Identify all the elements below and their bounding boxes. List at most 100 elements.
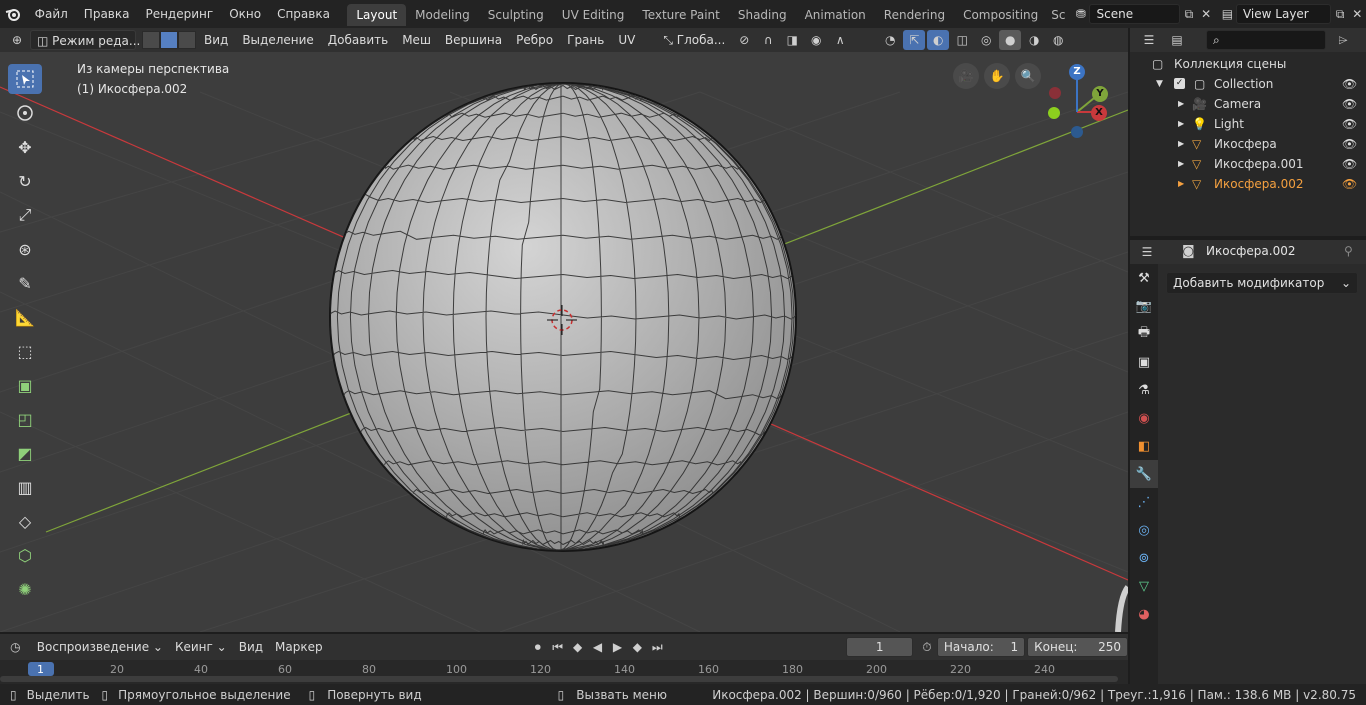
select-mode-toggle[interactable]: [142, 31, 196, 49]
loop-cut-tool-icon[interactable]: ▥: [8, 472, 42, 502]
playback-menu[interactable]: Воспроизведение ⌄: [31, 637, 169, 657]
add-cube-tool-icon[interactable]: ⬚: [8, 336, 42, 366]
checkbox-icon[interactable]: ✓: [1174, 78, 1185, 89]
overlay-icon[interactable]: ◐: [927, 30, 950, 50]
expand-arrow-icon[interactable]: ▶: [1178, 134, 1184, 154]
scene-browse-icon[interactable]: ⛃: [1072, 4, 1089, 24]
prev-keyframe-icon[interactable]: ◆: [568, 637, 588, 657]
rotate-tool-icon[interactable]: ↻: [8, 166, 42, 196]
play-reverse-icon[interactable]: ◀: [588, 637, 608, 657]
view-layer-tab-icon[interactable]: ▣: [1130, 348, 1158, 376]
outliner-item[interactable]: ▶ 🎥 Camera 👁: [1130, 94, 1366, 114]
eye-icon[interactable]: 👁: [1342, 94, 1357, 114]
outliner-search-input[interactable]: ⌕: [1206, 30, 1326, 50]
wireframe-shading-icon[interactable]: ◎: [975, 30, 997, 50]
particles-tab-icon[interactable]: ⋰: [1130, 488, 1158, 516]
tool-tab-icon[interactable]: ⚒: [1130, 264, 1158, 292]
tab-uv-editing[interactable]: UV Editing: [553, 4, 634, 26]
tab-rendering[interactable]: Rendering: [875, 4, 954, 26]
vertex-select-icon[interactable]: [142, 31, 160, 49]
mode-dropdown[interactable]: ◫ Режим реда...: [30, 30, 140, 50]
view-layer-browse-icon[interactable]: ▤: [1219, 4, 1236, 24]
physics-tab-icon[interactable]: ◎: [1130, 516, 1158, 544]
view-layer-close-icon[interactable]: ✕: [1349, 4, 1366, 24]
timeline-ruler[interactable]: 1 20 40 60 80 100 120 140 160 180 200 220 240: [0, 660, 1128, 684]
transform-tool-icon[interactable]: ⊛: [8, 234, 42, 264]
scene-field[interactable]: Scene: [1089, 4, 1181, 24]
inset-tool-icon[interactable]: ◰: [8, 404, 42, 434]
zoom-icon[interactable]: 🔍: [1015, 63, 1041, 89]
outliner-editor-icon[interactable]: ☰: [1138, 30, 1160, 50]
properties-editor-icon[interactable]: ☰: [1136, 242, 1158, 262]
3d-viewport[interactable]: Из камеры перспектива (1) Икосфера.002 Z…: [0, 52, 1128, 632]
visibility-icon[interactable]: ◔: [879, 30, 901, 50]
measure-tool-icon[interactable]: 📐: [8, 302, 42, 332]
expand-arrow-icon[interactable]: ▶: [1178, 174, 1184, 194]
tab-modeling[interactable]: Modeling: [406, 4, 479, 26]
end-frame-field[interactable]: Конец: 250: [1027, 637, 1129, 657]
tab-texture-paint[interactable]: Texture Paint: [633, 4, 728, 26]
constraints-tab-icon[interactable]: ⊚: [1130, 544, 1158, 572]
modifier-tab-icon[interactable]: 🔧: [1130, 460, 1158, 488]
knife-tool-icon[interactable]: ◇: [8, 506, 42, 536]
solid-shading-icon[interactable]: ●: [999, 30, 1022, 50]
menu-render[interactable]: Рендеринг: [137, 0, 221, 28]
menu-mesh[interactable]: Меш: [396, 30, 437, 50]
scene-tab-icon[interactable]: ⚗: [1130, 376, 1158, 404]
view-layer-new-icon[interactable]: ⧉: [1331, 4, 1348, 24]
eye-icon[interactable]: 👁: [1342, 174, 1357, 194]
expand-arrow-icon[interactable]: ▶: [1178, 94, 1184, 114]
outliner-item[interactable]: ▶ ▽ Икосфера 👁: [1130, 134, 1366, 154]
blender-logo-icon[interactable]: [0, 4, 27, 24]
eye-icon[interactable]: 👁: [1342, 154, 1357, 174]
gizmo-y-label[interactable]: Y: [1092, 86, 1108, 102]
outliner-collection[interactable]: ▼ ✓ ▢ Collection 👁: [1130, 74, 1366, 94]
eye-icon[interactable]: 👁: [1342, 114, 1357, 134]
snap-icon[interactable]: ∩: [757, 30, 779, 50]
expand-arrow-icon[interactable]: ▶: [1178, 114, 1184, 134]
poly-build-tool-icon[interactable]: ⬡: [8, 540, 42, 570]
tab-layout[interactable]: Layout: [347, 4, 407, 26]
rendered-shading-icon[interactable]: ◍: [1047, 30, 1069, 50]
menu-select[interactable]: Выделение: [236, 30, 319, 50]
gizmo-toggle-icon[interactable]: ⇱: [903, 30, 926, 50]
annotate-tool-icon[interactable]: ✎: [8, 268, 42, 298]
marker-menu[interactable]: Маркер: [269, 637, 329, 657]
data-tab-icon[interactable]: ▽: [1130, 572, 1158, 600]
menu-face[interactable]: Грань: [561, 30, 610, 50]
menu-uv[interactable]: UV: [612, 30, 641, 50]
display-mode-icon[interactable]: ▤: [1166, 30, 1188, 50]
tab-sculpting[interactable]: Sculpting: [479, 4, 553, 26]
record-icon[interactable]: ⏺: [528, 637, 548, 657]
tab-scripting[interactable]: Scr: [1047, 4, 1066, 26]
expand-arrow-icon[interactable]: ▶: [1178, 154, 1184, 174]
object-tab-icon[interactable]: ◧: [1130, 432, 1158, 460]
pan-hand-icon[interactable]: ✋: [984, 63, 1010, 89]
outliner-item[interactable]: ▶ 💡 Light 👁: [1130, 114, 1366, 134]
menu-edit[interactable]: Правка: [76, 0, 138, 28]
outliner-item[interactable]: ▶ ▽ Икосфера.002 👁: [1130, 174, 1366, 194]
menu-vertex[interactable]: Вершина: [439, 30, 508, 50]
play-icon[interactable]: ▶: [607, 637, 627, 657]
start-frame-field[interactable]: Начало: 1: [936, 637, 1026, 657]
timeline-scrollbar[interactable]: [0, 676, 1118, 682]
select-box-tool-icon[interactable]: [8, 64, 42, 94]
transform-orientation-dropdown[interactable]: ⤡ Глоба...: [657, 30, 731, 50]
outliner-scene-collection[interactable]: ▢ Коллекция сцены: [1130, 54, 1366, 74]
render-tab-icon[interactable]: 📷: [1130, 292, 1158, 320]
pin-icon[interactable]: ⚲: [1344, 244, 1353, 258]
filter-icon[interactable]: ⌲: [1332, 30, 1354, 50]
material-tab-icon[interactable]: ◕: [1130, 600, 1158, 628]
tab-compositing[interactable]: Compositing: [954, 4, 1047, 26]
scene-close-icon[interactable]: ✕: [1198, 4, 1215, 24]
current-frame-field[interactable]: 1: [846, 637, 913, 657]
timeline-view-menu[interactable]: Вид: [233, 637, 269, 657]
output-tab-icon[interactable]: 🖶: [1130, 320, 1158, 348]
menu-file[interactable]: Файл: [27, 0, 76, 28]
tab-animation[interactable]: Animation: [796, 4, 875, 26]
tab-shading[interactable]: Shading: [729, 4, 796, 26]
jump-end-icon[interactable]: ⏭: [647, 637, 667, 657]
world-tab-icon[interactable]: ◉: [1130, 404, 1158, 432]
menu-edge[interactable]: Ребро: [510, 30, 559, 50]
menu-view[interactable]: Вид: [198, 30, 234, 50]
